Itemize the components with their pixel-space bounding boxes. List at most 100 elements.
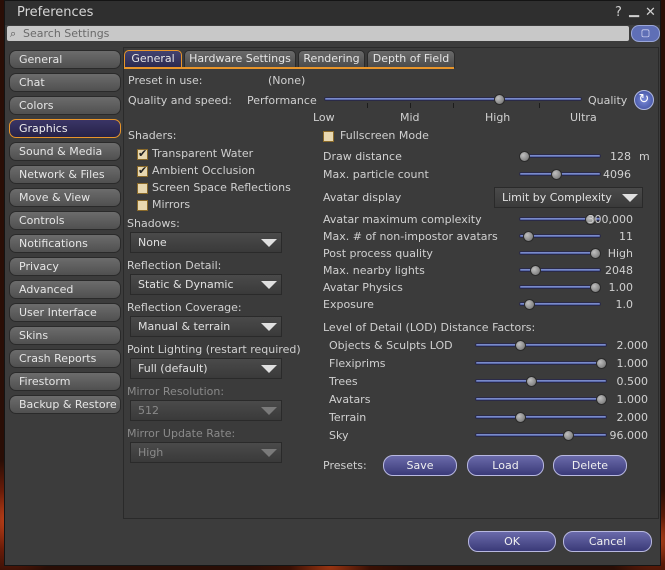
- refresh-icon[interactable]: ↻: [634, 90, 654, 110]
- close-icon[interactable]: ✕: [645, 5, 656, 20]
- presets-label: Presets:: [323, 459, 367, 472]
- slider-label: Max. # of non-impostor avatars: [323, 230, 498, 243]
- point-lighting-value: Full (default): [138, 362, 208, 375]
- load-preset-button[interactable]: Load: [467, 455, 544, 476]
- cancel-button[interactable]: Cancel: [563, 531, 652, 552]
- search-options-button[interactable]: ▢: [631, 25, 660, 42]
- slider-label: Max. nearby lights: [323, 264, 425, 277]
- slider-value: 96.000: [609, 429, 649, 442]
- tab-hardware-settings[interactable]: Hardware Settings: [184, 50, 296, 68]
- avatar-display-value: Limit by Complexity: [502, 191, 612, 204]
- point-lighting-label: Point Lighting (restart required): [127, 343, 301, 356]
- lod-label: Level of Detail (LOD) Distance Factors:: [323, 321, 536, 334]
- search-input[interactable]: ⌕ Search Settings: [7, 26, 629, 41]
- slider-knob[interactable]: [525, 376, 537, 387]
- save-preset-button[interactable]: Save: [383, 455, 457, 476]
- slider-value: 300,000: [587, 213, 634, 226]
- chevron-down-icon: [622, 194, 638, 202]
- sidebar-item-skins[interactable]: Skins: [9, 326, 121, 345]
- sidebar-item-notifications[interactable]: Notifications: [9, 234, 121, 253]
- shader-checkbox[interactable]: [137, 147, 148, 160]
- mirror-resolution-value: 512: [138, 404, 159, 417]
- slider-label: Trees: [329, 375, 358, 388]
- title-bar[interactable]: Preferences ? ▁ ✕: [5, 1, 660, 25]
- quality-slider[interactable]: [324, 97, 582, 101]
- mirror-rate-value: High: [138, 446, 164, 459]
- reflection-coverage-label: Reflection Coverage:: [127, 301, 242, 314]
- shader-checkbox[interactable]: [137, 183, 148, 194]
- slider-label: Post process quality: [323, 247, 433, 260]
- minimize-icon[interactable]: ▁: [629, 3, 639, 18]
- sidebar-item-crash-reports[interactable]: Crash Reports: [9, 349, 121, 368]
- preset-label: Preset in use:: [128, 74, 203, 87]
- reflection-detail-dropdown[interactable]: Static & Dynamic: [130, 274, 282, 295]
- sidebar-item-backup-restore[interactable]: Backup & Restore: [9, 395, 121, 414]
- mirror-resolution-dropdown: 512: [130, 400, 282, 421]
- magnifier-icon: ⌕: [10, 27, 17, 40]
- quality-tick: [539, 103, 540, 108]
- shader-label: Transparent Water: [152, 147, 254, 160]
- sidebar-item-colors[interactable]: Colors: [9, 96, 121, 115]
- slider-value: 4096: [603, 168, 631, 181]
- slider-knob[interactable]: [514, 412, 526, 423]
- quality-tick: [367, 103, 368, 108]
- sidebar-item-privacy[interactable]: Privacy: [9, 257, 121, 276]
- slider-value: 1.000: [616, 357, 649, 370]
- slider-value: High: [607, 247, 633, 260]
- avatar-display-label: Avatar display: [323, 191, 402, 204]
- sidebar-item-advanced[interactable]: Advanced: [9, 280, 121, 299]
- shaders-label: Shaders:: [128, 129, 177, 142]
- tab-depth-of-field[interactable]: Depth of Field: [367, 50, 455, 68]
- tick-low: Low: [313, 111, 335, 124]
- chevron-down-icon: [261, 365, 277, 373]
- sidebar-item-firestorm[interactable]: Firestorm: [9, 372, 121, 391]
- slider-label: Sky: [329, 429, 349, 442]
- sidebar-item-network-files[interactable]: Network & Files: [9, 165, 121, 184]
- sidebar: General Chat Colors Graphics Sound & Media Ne…: [9, 50, 121, 418]
- shader-checkbox[interactable]: [137, 200, 148, 211]
- quality-slider-knob[interactable]: [493, 94, 505, 105]
- slider-value: 1.00: [608, 281, 634, 294]
- reflection-coverage-dropdown[interactable]: Manual & terrain: [130, 316, 282, 337]
- slider-value: 0.500: [616, 375, 649, 388]
- sidebar-item-chat[interactable]: Chat: [9, 73, 121, 92]
- slider-value: 2048: [605, 264, 633, 277]
- window-title: Preferences: [17, 5, 94, 20]
- point-lighting-dropdown[interactable]: Full (default): [130, 358, 282, 379]
- avatar-display-dropdown[interactable]: Limit by Complexity: [494, 187, 643, 208]
- slider-value: 1.000: [616, 393, 649, 406]
- help-icon[interactable]: ?: [615, 5, 622, 20]
- slider-knob[interactable]: [550, 169, 562, 180]
- performance-label: Performance: [247, 94, 317, 107]
- slider-label: Avatar Physics: [323, 281, 403, 294]
- shadows-label: Shadows:: [127, 217, 180, 230]
- sidebar-item-general[interactable]: General: [9, 50, 121, 69]
- delete-preset-button[interactable]: Delete: [553, 455, 627, 476]
- tick-ultra: Ultra: [570, 111, 597, 124]
- quality-label: Quality and speed:: [128, 94, 232, 107]
- slider-knob[interactable]: [523, 299, 535, 310]
- slider-label: Terrain: [329, 411, 367, 424]
- sidebar-item-move-view[interactable]: Move & View: [9, 188, 121, 207]
- slider-knob[interactable]: [514, 340, 526, 351]
- sidebar-item-sound-media[interactable]: Sound & Media: [9, 142, 121, 161]
- quality-tick: [453, 103, 454, 108]
- reflection-coverage-value: Manual & terrain: [138, 320, 231, 333]
- sidebar-item-graphics[interactable]: Graphics: [9, 119, 121, 138]
- slider-unit: m: [639, 150, 650, 163]
- tab-general[interactable]: General: [124, 50, 182, 68]
- tab-rendering[interactable]: Rendering: [298, 50, 365, 68]
- shadows-dropdown[interactable]: None: [130, 232, 282, 253]
- sidebar-item-user-interface[interactable]: User Interface: [9, 303, 121, 322]
- slider-label: Flexiprims: [329, 357, 386, 370]
- sidebar-item-controls[interactable]: Controls: [9, 211, 121, 230]
- slider-knob[interactable]: [519, 151, 530, 162]
- slider-knob[interactable]: [529, 265, 541, 276]
- fullscreen-checkbox[interactable]: [323, 131, 334, 142]
- ok-button[interactable]: OK: [468, 531, 556, 552]
- slider-label: Avatars: [329, 393, 371, 406]
- preset-value: (None): [268, 74, 306, 87]
- slider-value: 1.0: [615, 298, 634, 311]
- shader-checkbox[interactable]: [137, 164, 148, 177]
- chevron-down-icon: [261, 281, 277, 289]
